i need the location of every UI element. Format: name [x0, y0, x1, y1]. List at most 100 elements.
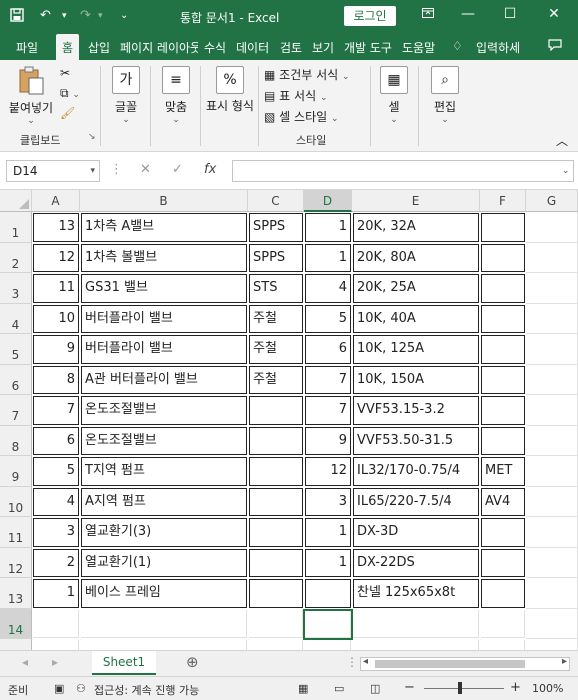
cell-a7[interactable]: 7 [33, 396, 79, 425]
cell-b8[interactable]: 온도조절밸브 [81, 426, 247, 455]
macro-record-icon[interactable]: ▣ [54, 682, 64, 695]
cell-e4[interactable]: 10K, 40A [353, 304, 479, 333]
row-header[interactable]: 3 [0, 273, 32, 304]
cell-b7[interactable]: 온도조절밸브 [81, 396, 247, 425]
redo-dropdown-icon[interactable]: ▾ [98, 11, 103, 21]
cell-a15[interactable] [33, 640, 79, 650]
cell-c7[interactable] [249, 396, 303, 425]
cell-b11[interactable]: 열교환기(3) [81, 518, 247, 547]
cell-a6[interactable]: 8 [33, 365, 79, 394]
cell-a2[interactable]: 12 [33, 243, 79, 272]
row-header[interactable]: 12 [0, 547, 32, 578]
cell-a3[interactable]: 11 [33, 274, 79, 303]
cell-f3[interactable] [481, 274, 525, 303]
cell-e8[interactable]: VVF53.50-31.5 [353, 426, 479, 455]
zoom-out-icon[interactable]: − [404, 680, 415, 695]
row-header[interactable]: 13 [0, 578, 32, 609]
row-header[interactable]: 10 [0, 486, 32, 517]
cell-f6[interactable] [481, 365, 525, 394]
cell-b12[interactable]: 열교환기(1) [81, 548, 247, 577]
scroll-right-icon[interactable]: ▸ [562, 656, 567, 667]
maximize-icon[interactable]: ☐ [498, 6, 522, 22]
cell-b6[interactable]: A관 버터플라이 밸브 [81, 365, 247, 394]
cell-g11[interactable] [526, 517, 578, 548]
row-header[interactable]: 6 [0, 364, 32, 395]
cell-e15[interactable] [353, 640, 479, 650]
cell-d7[interactable]: 7 [305, 396, 351, 425]
cell-b5[interactable]: 버터플라이 밸브 [81, 335, 247, 364]
cell-c3[interactable]: STS [249, 274, 303, 303]
cell-b13[interactable]: 베이스 프레임 [81, 579, 247, 608]
cell-d13[interactable] [305, 579, 351, 608]
cell-a14[interactable] [33, 609, 79, 638]
cell-f12[interactable] [481, 548, 525, 577]
conditional-format-button[interactable]: ▦ 조건부 서식 ⌄ [264, 66, 350, 83]
cell-a11[interactable]: 3 [33, 518, 79, 547]
tell-me-search[interactable]: 입력하세 [476, 39, 520, 56]
row-header[interactable]: 11 [0, 517, 32, 548]
zoom-level[interactable]: 100% [532, 682, 563, 695]
format-painter-icon[interactable]: 🖌 [60, 106, 75, 120]
cell-c13[interactable] [249, 579, 303, 608]
cell-g10[interactable] [526, 486, 578, 517]
login-button[interactable]: 로그인 [344, 6, 396, 26]
cell-g12[interactable] [526, 547, 578, 578]
scroll-left-icon[interactable]: ◂ [363, 656, 368, 667]
tab-formulas[interactable]: 수식 [204, 39, 226, 56]
next-sheet-icon[interactable]: ▸ [52, 655, 58, 669]
copy-icon[interactable]: ⧉ ⌄ [60, 86, 80, 101]
cell-d4[interactable]: 5 [305, 304, 351, 333]
cell-d2[interactable]: 1 [305, 243, 351, 272]
cell-c5[interactable]: 주철 [249, 335, 303, 364]
name-box-dropdown-icon[interactable]: ▾ [90, 166, 95, 176]
cell-f8[interactable] [481, 426, 525, 455]
row-header[interactable]: 4 [0, 303, 32, 334]
cell-g8[interactable] [526, 425, 578, 456]
column-header-e[interactable]: E [352, 190, 480, 212]
page-break-view-icon[interactable]: ◫ [370, 682, 380, 695]
comments-icon[interactable] [548, 39, 562, 54]
cell-f14[interactable] [481, 609, 525, 638]
cell-f10[interactable]: AV4 [481, 487, 525, 516]
cells-button[interactable]: ▦ 셀 ⌄ [378, 66, 410, 125]
tab-file[interactable]: 파일 [16, 39, 38, 56]
redo-icon[interactable]: ↷ [80, 8, 91, 23]
cell-e6[interactable]: 10K, 150A [353, 365, 479, 394]
tab-page-layout[interactable]: 페이지 레이아웃 [120, 39, 198, 56]
cell-b1[interactable]: 1차측 A밸브 [81, 213, 247, 242]
add-sheet-icon[interactable]: ⊕ [186, 653, 199, 671]
close-icon[interactable]: ✕ [542, 6, 566, 22]
save-icon[interactable] [10, 8, 24, 26]
tab-split-icon[interactable]: ⋮ [346, 655, 358, 669]
font-button[interactable]: 가 글꼴 ⌄ [108, 66, 144, 125]
cell-f7[interactable] [481, 396, 525, 425]
tab-help[interactable]: 도움말 [402, 39, 435, 56]
tab-view[interactable]: 보기 [312, 39, 334, 56]
row-header[interactable]: 9 [0, 456, 32, 487]
cell-e11[interactable]: DX-3D [353, 518, 479, 547]
cell-g3[interactable] [526, 273, 578, 304]
paste-dropdown-icon[interactable]: ⌄ [6, 116, 56, 126]
column-header-f[interactable]: F [480, 190, 526, 212]
row-header[interactable]: 5 [0, 334, 32, 365]
cell-d10[interactable]: 3 [305, 487, 351, 516]
cell-c9[interactable] [249, 457, 303, 486]
tab-insert[interactable]: 삽입 [88, 39, 110, 56]
tab-developer[interactable]: 개발 도구 [344, 39, 392, 56]
cell-b3[interactable]: GS31 밸브 [81, 274, 247, 303]
alignment-button[interactable]: ≡ 맞춤 ⌄ [158, 66, 194, 125]
cell-c1[interactable]: SPPS [249, 213, 303, 242]
collapse-ribbon-icon[interactable]: ︿ [556, 132, 568, 149]
cell-e12[interactable]: DX-22DS [353, 548, 479, 577]
number-format-button[interactable]: % 표시 형식 [204, 66, 256, 114]
cell-g15[interactable] [526, 639, 578, 650]
accessibility-status[interactable]: 접근성: 계속 진행 가능 [94, 682, 199, 698]
accessibility-icon[interactable]: ⚇ [76, 682, 86, 695]
format-as-table-button[interactable]: ▤ 표 서식 ⌄ [264, 87, 327, 104]
row-header[interactable]: 14 [0, 608, 32, 639]
cell-f2[interactable] [481, 243, 525, 272]
minimize-icon[interactable]: — [456, 6, 480, 22]
cell-d1[interactable]: 1 [305, 213, 351, 242]
cell-f11[interactable] [481, 518, 525, 547]
cell-d8[interactable]: 9 [305, 426, 351, 455]
